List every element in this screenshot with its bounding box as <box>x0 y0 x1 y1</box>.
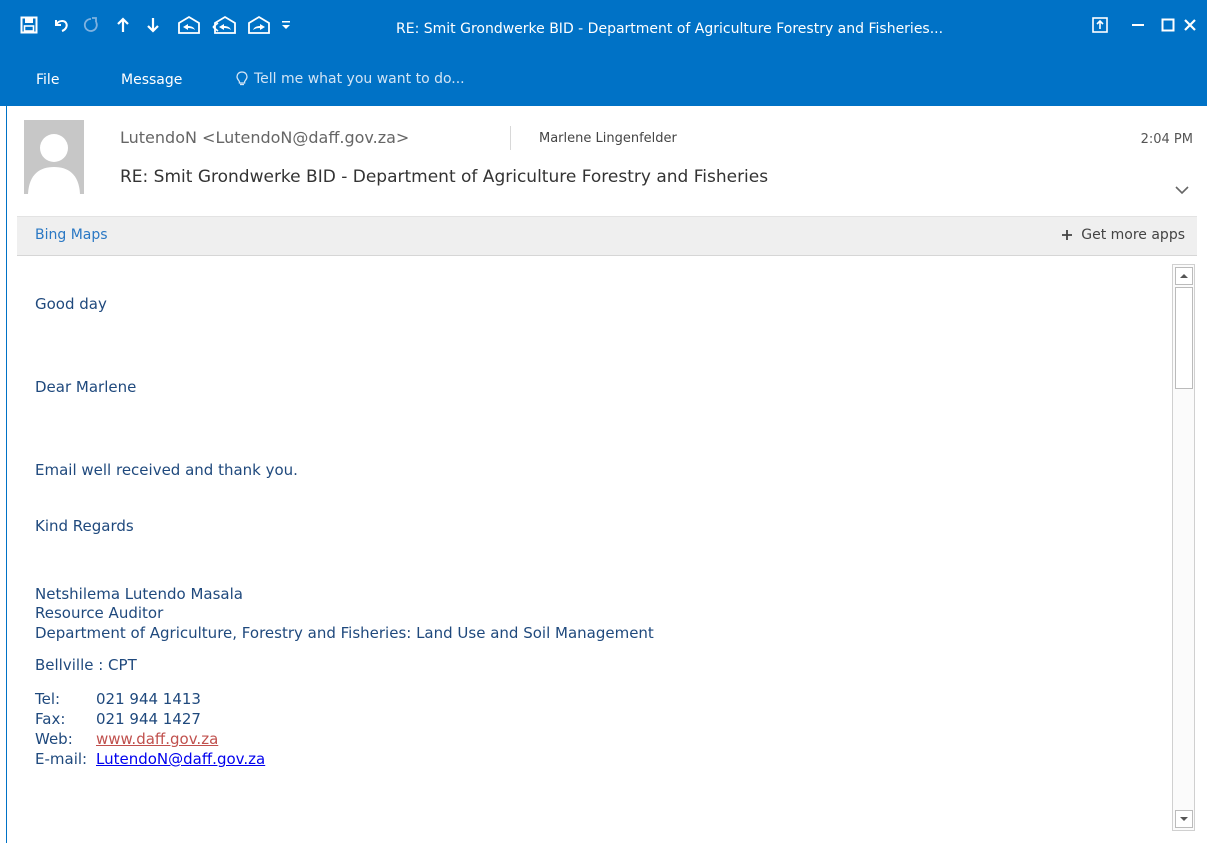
scroll-up-icon[interactable] <box>1175 267 1193 285</box>
sender[interactable]: LutendoN <LutendoN@daff.gov.za> <box>120 128 409 147</box>
redo-icon[interactable] <box>80 14 102 36</box>
window-title: RE: Smit Grondwerke BID - Department of … <box>396 21 944 37</box>
message-header: LutendoN <LutendoN@daff.gov.za> Marlene … <box>7 106 1207 208</box>
email-link[interactable]: LutendoN@daff.gov.za <box>96 750 265 768</box>
contact-fax: Fax: 021 944 1427 <box>35 710 201 728</box>
scroll-thumb[interactable] <box>1175 287 1193 389</box>
tel-label: Tel: <box>35 690 61 708</box>
tell-me-search[interactable]: Tell me what you want to do... <box>236 71 465 87</box>
salutation: Dear Marlene <box>35 378 137 396</box>
message-body: Good day Dear Marlene Email well receive… <box>35 262 1165 843</box>
signature-department: Department of Agriculture, Forestry and … <box>35 624 654 642</box>
sent-time: 2:04 PM <box>1140 132 1193 147</box>
window-frame <box>6 106 7 843</box>
chevron-down-icon[interactable] <box>1175 180 1189 199</box>
web-link[interactable]: www.daff.gov.za <box>96 730 218 748</box>
plus-icon <box>1062 230 1073 240</box>
signature-title: Resource Auditor <box>35 604 164 622</box>
vertical-scrollbar[interactable] <box>1172 264 1195 831</box>
undo-icon[interactable] <box>50 14 72 36</box>
closing: Kind Regards <box>35 517 134 535</box>
signature-location: Bellville : CPT <box>35 656 137 674</box>
reply-all-icon[interactable] <box>210 14 238 36</box>
lightbulb-icon <box>236 71 248 86</box>
save-icon[interactable] <box>18 14 40 36</box>
get-more-apps-button[interactable]: Get more apps <box>1061 227 1185 243</box>
ribbon-display-options-icon[interactable] <box>1088 14 1112 36</box>
body-text: Email well received and thank you. <box>35 461 298 479</box>
recipient[interactable]: Marlene Lingenfelder <box>539 131 677 146</box>
contact-tel: Tel: 021 944 1413 <box>35 690 201 708</box>
greeting: Good day <box>35 295 107 313</box>
reply-icon[interactable] <box>176 14 202 36</box>
menu-bar: File Message Tell me what you want to do… <box>0 54 1207 106</box>
next-item-icon[interactable] <box>142 14 164 36</box>
forward-icon[interactable] <box>246 14 272 36</box>
get-more-apps-label: Get more apps <box>1081 227 1185 243</box>
previous-item-icon[interactable] <box>112 14 134 36</box>
bing-maps-link[interactable]: Bing Maps <box>35 227 108 243</box>
header-divider <box>510 126 511 150</box>
contact-email: E-mail: LutendoN@daff.gov.za <box>35 750 265 768</box>
maximize-icon[interactable] <box>1156 14 1180 36</box>
file-tab[interactable]: File <box>36 72 59 88</box>
signature-name: Netshilema Lutendo Masala <box>35 585 243 603</box>
message-tab[interactable]: Message <box>121 72 182 88</box>
web-label: Web: <box>35 730 73 748</box>
avatar <box>24 120 84 194</box>
tel-value: 021 944 1413 <box>96 690 201 708</box>
title-bar: RE: Smit Grondwerke BID - Department of … <box>0 0 1207 54</box>
fax-value: 021 944 1427 <box>96 710 201 728</box>
tell-me-text: Tell me what you want to do... <box>254 71 465 87</box>
email-label: E-mail: <box>35 750 88 768</box>
close-icon[interactable] <box>1178 14 1202 36</box>
scroll-down-icon[interactable] <box>1175 810 1193 828</box>
message-subject: RE: Smit Grondwerke BID - Department of … <box>120 167 769 187</box>
minimize-icon[interactable] <box>1126 14 1150 36</box>
apps-bar: Bing Maps Get more apps <box>17 216 1197 256</box>
customize-toolbar-icon[interactable] <box>278 14 294 36</box>
fax-label: Fax: <box>35 710 66 728</box>
contact-web: Web: www.daff.gov.za <box>35 730 218 748</box>
